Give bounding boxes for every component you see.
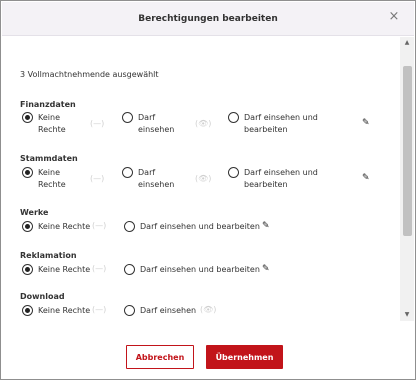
option-label: Darf einsehen [138,168,175,189]
option-reklamation-keine[interactable]: Keine Rechte [22,264,90,276]
option-label: Darf einsehen und bearbeiten [140,222,260,231]
cancel-button[interactable]: Abbrechen [126,345,194,369]
selected-count: 3 Vollmachtnehmende ausgewählt [20,70,159,79]
section-title-download: Download [20,292,65,301]
option-label: Darf einsehen [140,306,197,315]
none-icon: (—) [92,221,107,230]
radio-werke-keine[interactable] [22,221,33,232]
option-label: Darf einsehen und bearbeiten [244,113,318,134]
option-finanz-einsehen[interactable]: Darf einsehen [122,112,174,136]
vertical-scrollbar[interactable]: ▲ ▼ [400,37,414,321]
radio-download-keine[interactable] [22,305,33,316]
option-stamm-einsehen[interactable]: Darf einsehen [122,167,174,191]
eye-icon: (👁) [195,119,212,128]
scrollbar-thumb[interactable] [403,66,412,236]
close-icon[interactable]: × [386,9,402,25]
pen-icon: ✎ [262,264,270,274]
pen-icon: ✎ [362,118,370,128]
radio-stamm-keine[interactable] [22,167,33,178]
option-label: Keine Rechte [38,265,91,274]
option-stamm-bearbeiten[interactable]: Darf einsehen und bearbeiten [228,167,318,191]
option-reklamation-bearbeiten[interactable]: Darf einsehen und bearbeiten [124,264,260,276]
scroll-down-icon[interactable]: ▼ [400,309,414,321]
none-icon: (—) [90,174,105,183]
option-stamm-keine[interactable]: Keine Rechte [22,167,66,191]
dialog-header: Berechtigungen bearbeiten × [2,2,414,36]
option-label: Keine Rechte [38,306,91,315]
section-title-reklamation: Reklamation [20,251,77,260]
dialog-title: Berechtigungen bearbeiten [138,14,278,24]
eye-icon: (👁) [195,174,212,183]
radio-finanz-bearbeiten[interactable] [228,112,239,123]
none-icon: (—) [90,119,105,128]
dialog-content[interactable]: 3 Vollmachtnehmende ausgewählt Finanzdat… [2,37,399,321]
option-download-einsehen[interactable]: Darf einsehen [124,305,196,317]
option-label: Darf einsehen [138,113,175,134]
option-finanz-keine[interactable]: Keine Rechte [22,112,66,136]
option-label: Darf einsehen und bearbeiten [244,168,318,189]
none-icon: (—) [92,305,107,314]
pen-icon: ✎ [362,173,370,183]
option-finanz-bearbeiten[interactable]: Darf einsehen und bearbeiten [228,112,318,136]
eye-icon: (👁) [200,305,217,314]
radio-finanz-keine[interactable] [22,112,33,123]
section-title-stammdaten: Stammdaten [20,154,78,163]
permissions-dialog: Berechtigungen bearbeiten × 3 Vollmachtn… [0,0,416,380]
pen-icon: ✎ [262,221,270,231]
option-download-keine[interactable]: Keine Rechte [22,305,90,317]
option-label: Keine Rechte [38,168,66,189]
radio-finanz-einsehen[interactable] [122,112,133,123]
none-icon: (—) [92,264,107,273]
option-werke-keine[interactable]: Keine Rechte [22,221,90,233]
option-label: Keine Rechte [38,113,66,134]
radio-reklamation-bearbeiten[interactable] [124,264,135,275]
option-label: Keine Rechte [38,222,91,231]
radio-werke-bearbeiten[interactable] [124,221,135,232]
radio-stamm-einsehen[interactable] [122,167,133,178]
radio-reklamation-keine[interactable] [22,264,33,275]
radio-stamm-bearbeiten[interactable] [228,167,239,178]
section-title-werke: Werke [20,208,49,217]
apply-button[interactable]: Übernehmen [206,345,283,369]
radio-download-einsehen[interactable] [124,305,135,316]
scroll-up-icon[interactable]: ▲ [400,37,414,49]
option-label: Darf einsehen und bearbeiten [140,265,260,274]
section-title-finanzdaten: Finanzdaten [20,100,76,109]
option-werke-bearbeiten[interactable]: Darf einsehen und bearbeiten [124,221,260,233]
